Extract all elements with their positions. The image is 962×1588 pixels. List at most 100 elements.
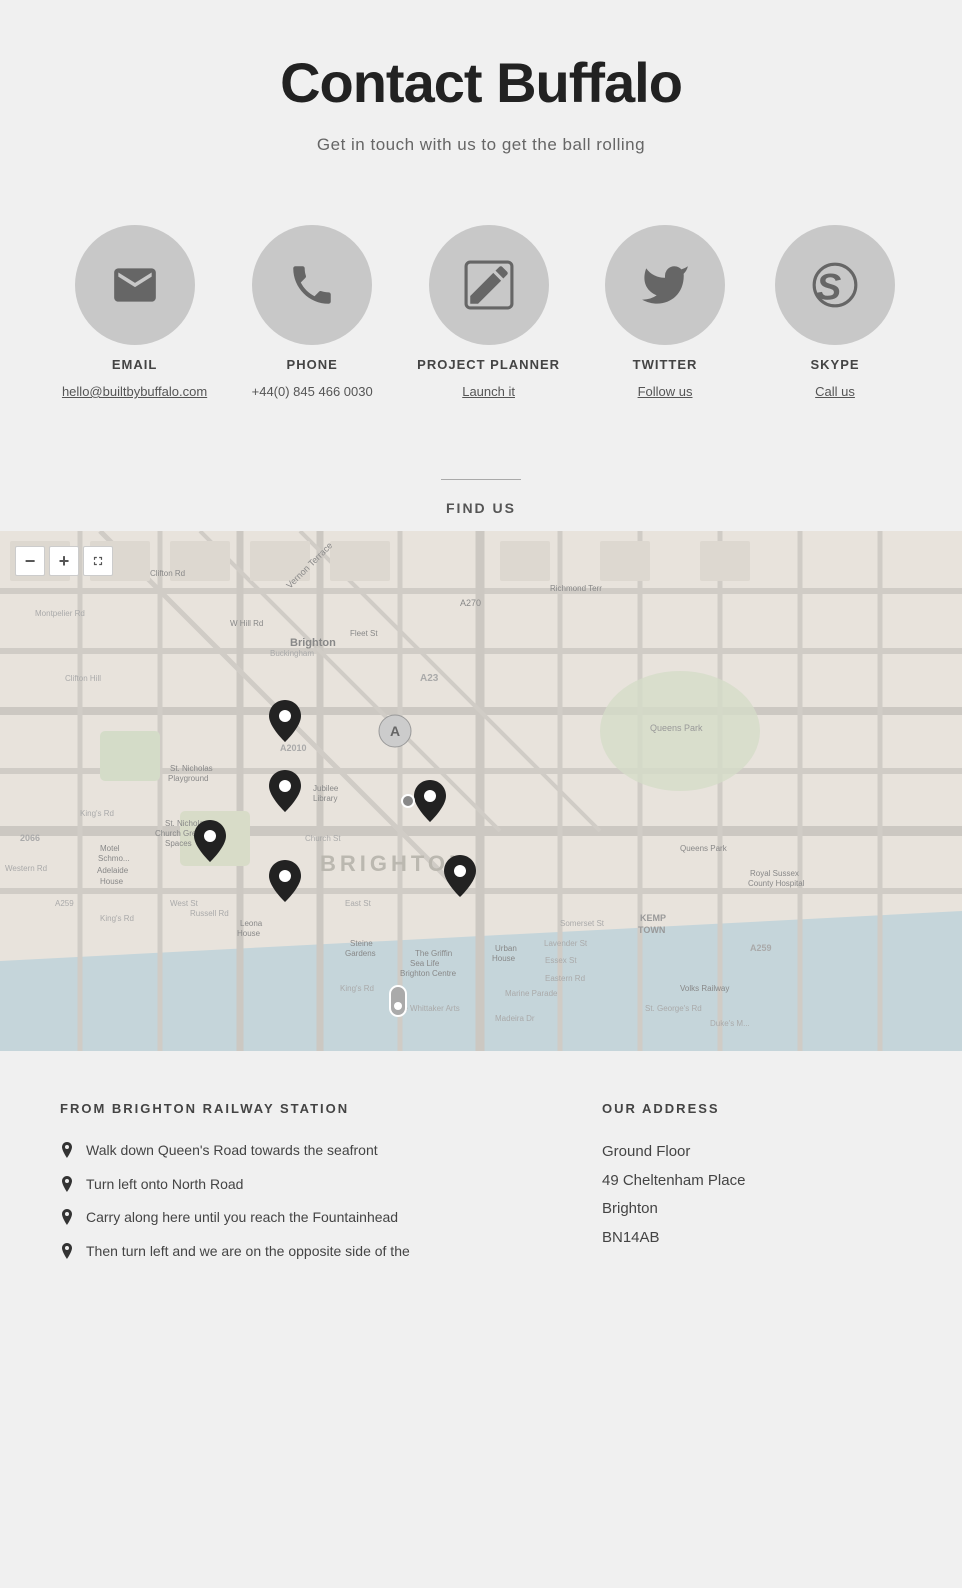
direction-item-3: Carry along here until you reach the Fou… xyxy=(60,1208,542,1228)
svg-text:St. George's Rd: St. George's Rd xyxy=(645,1004,702,1013)
svg-text:Montpelier Rd: Montpelier Rd xyxy=(35,609,85,618)
svg-text:Queens Park: Queens Park xyxy=(680,844,728,853)
divider-section: FIND US xyxy=(0,449,962,531)
contact-twitter: TWITTER Follow us xyxy=(600,225,730,399)
direction-item-1: Walk down Queen's Road towards the seafr… xyxy=(60,1141,542,1161)
address-line-1: Ground Floor xyxy=(602,1141,902,1164)
skype-value[interactable]: Call us xyxy=(815,384,855,399)
svg-text:Fleet St: Fleet St xyxy=(350,629,378,638)
svg-text:Brighton Centre: Brighton Centre xyxy=(400,969,457,978)
svg-text:King's Rd: King's Rd xyxy=(100,914,134,923)
svg-text:A259: A259 xyxy=(55,899,74,908)
twitter-value[interactable]: Follow us xyxy=(638,384,693,399)
pin-icon-1 xyxy=(60,1142,74,1160)
from-station-title: FROM BRIGHTON RAILWAY STATION xyxy=(60,1101,542,1116)
map-section: Vernon Terrace Clifton Rd W Hill Rd Flee… xyxy=(0,531,962,1051)
svg-text:Royal Sussex: Royal Sussex xyxy=(750,869,799,878)
svg-text:King's Rd: King's Rd xyxy=(80,809,114,818)
svg-text:Schmo...: Schmo... xyxy=(98,854,130,863)
pin-icon-3 xyxy=(60,1209,74,1227)
svg-text:Motel: Motel xyxy=(100,844,120,853)
direction-item-4: Then turn left and we are on the opposit… xyxy=(60,1242,542,1262)
address-line-4: BN14AB xyxy=(602,1227,902,1250)
email-circle[interactable] xyxy=(75,225,195,345)
contact-project-planner: PROJECT PLANNER Launch it xyxy=(417,225,560,399)
project-planner-value[interactable]: Launch it xyxy=(462,384,515,399)
svg-text:Duke's M...: Duke's M... xyxy=(710,1019,750,1028)
svg-text:Eastern Rd: Eastern Rd xyxy=(545,974,585,983)
svg-text:Lavender St: Lavender St xyxy=(544,939,588,948)
svg-text:Gardens: Gardens xyxy=(345,949,376,958)
page-container: Contact Buffalo Get in touch with us to … xyxy=(0,0,962,1311)
twitter-label: TWITTER xyxy=(633,357,698,372)
svg-text:Richmond Terr: Richmond Terr xyxy=(550,584,602,593)
svg-text:Marine Parade: Marine Parade xyxy=(505,989,558,998)
skype-icon: S xyxy=(810,260,860,310)
email-value[interactable]: hello@builtbybuffalo.com xyxy=(62,384,207,399)
svg-text:House: House xyxy=(100,877,124,886)
svg-text:2066: 2066 xyxy=(20,833,40,843)
svg-text:House: House xyxy=(492,954,516,963)
svg-text:Volks Railway: Volks Railway xyxy=(680,984,729,993)
fullscreen-icon xyxy=(91,554,105,568)
our-address: OUR ADDRESS Ground Floor 49 Cheltenham P… xyxy=(602,1101,902,1261)
edit-icon xyxy=(464,260,514,310)
svg-text:Brighton: Brighton xyxy=(290,637,336,649)
twitter-icon xyxy=(640,260,690,310)
skype-circle[interactable]: S xyxy=(775,225,895,345)
svg-text:King's Rd: King's Rd xyxy=(340,984,374,993)
pin-icon-4 xyxy=(60,1243,74,1261)
svg-text:Sea Life: Sea Life xyxy=(410,959,440,968)
svg-text:Western Rd: Western Rd xyxy=(5,864,47,873)
twitter-circle[interactable] xyxy=(605,225,725,345)
phone-label: PHONE xyxy=(287,357,338,372)
zoom-in-button[interactable]: + xyxy=(49,546,79,576)
page-title: Contact Buffalo xyxy=(20,50,942,115)
svg-text:Library: Library xyxy=(313,794,337,803)
svg-text:Queens Park: Queens Park xyxy=(650,723,703,733)
divider-line xyxy=(441,479,521,480)
direction-item-2: Turn left onto North Road xyxy=(60,1175,542,1195)
header-section: Contact Buffalo Get in touch with us to … xyxy=(0,0,962,185)
svg-text:Spaces: Spaces xyxy=(165,839,192,848)
page-subtitle: Get in touch with us to get the ball rol… xyxy=(20,135,942,155)
phone-value: +44(0) 845 466 0030 xyxy=(252,384,373,399)
svg-text:St. Nicholas: St. Nicholas xyxy=(170,764,213,773)
svg-text:Clifton Hill: Clifton Hill xyxy=(65,674,101,683)
map-svg: Vernon Terrace Clifton Rd W Hill Rd Flee… xyxy=(0,531,962,1051)
phone-circle[interactable] xyxy=(252,225,372,345)
project-planner-label: PROJECT PLANNER xyxy=(417,357,560,372)
svg-text:Church St: Church St xyxy=(305,834,341,843)
svg-text:Madeira Dr: Madeira Dr xyxy=(495,1014,535,1023)
svg-text:W Hill Rd: W Hill Rd xyxy=(230,619,263,628)
svg-text:A: A xyxy=(390,723,400,739)
svg-text:A2010: A2010 xyxy=(280,743,307,753)
info-section: FROM BRIGHTON RAILWAY STATION Walk down … xyxy=(0,1051,962,1311)
svg-text:East St: East St xyxy=(345,899,372,908)
email-label: EMAIL xyxy=(112,357,157,372)
svg-text:Urban: Urban xyxy=(495,944,517,953)
contact-section: EMAIL hello@builtbybuffalo.com PHONE +44… xyxy=(0,185,962,449)
zoom-out-button[interactable]: − xyxy=(15,546,45,576)
svg-text:Playground: Playground xyxy=(168,774,208,783)
svg-text:The Griffin: The Griffin xyxy=(415,949,452,958)
svg-text:Leona: Leona xyxy=(240,919,263,928)
directions-list: Walk down Queen's Road towards the seafr… xyxy=(60,1141,542,1261)
svg-text:Adelaide: Adelaide xyxy=(97,866,129,875)
svg-text:House: House xyxy=(237,929,261,938)
svg-text:Essex St: Essex St xyxy=(545,956,577,965)
fullscreen-button[interactable] xyxy=(83,546,113,576)
map-controls: − + xyxy=(15,546,113,576)
svg-text:Russell Rd: Russell Rd xyxy=(190,909,229,918)
address-line-2: 49 Cheltenham Place xyxy=(602,1170,902,1193)
address-line-3: Brighton xyxy=(602,1198,902,1221)
address-title: OUR ADDRESS xyxy=(602,1101,902,1116)
svg-text:Somerset St: Somerset St xyxy=(560,919,605,928)
svg-text:Clifton Rd: Clifton Rd xyxy=(150,569,185,578)
svg-text:Jubilee: Jubilee xyxy=(313,784,339,793)
contact-email: EMAIL hello@builtbybuffalo.com xyxy=(62,225,207,399)
pin-icon-2 xyxy=(60,1176,74,1194)
svg-text:Buckingham: Buckingham xyxy=(270,649,314,658)
project-planner-circle[interactable] xyxy=(429,225,549,345)
from-station: FROM BRIGHTON RAILWAY STATION Walk down … xyxy=(60,1101,542,1261)
